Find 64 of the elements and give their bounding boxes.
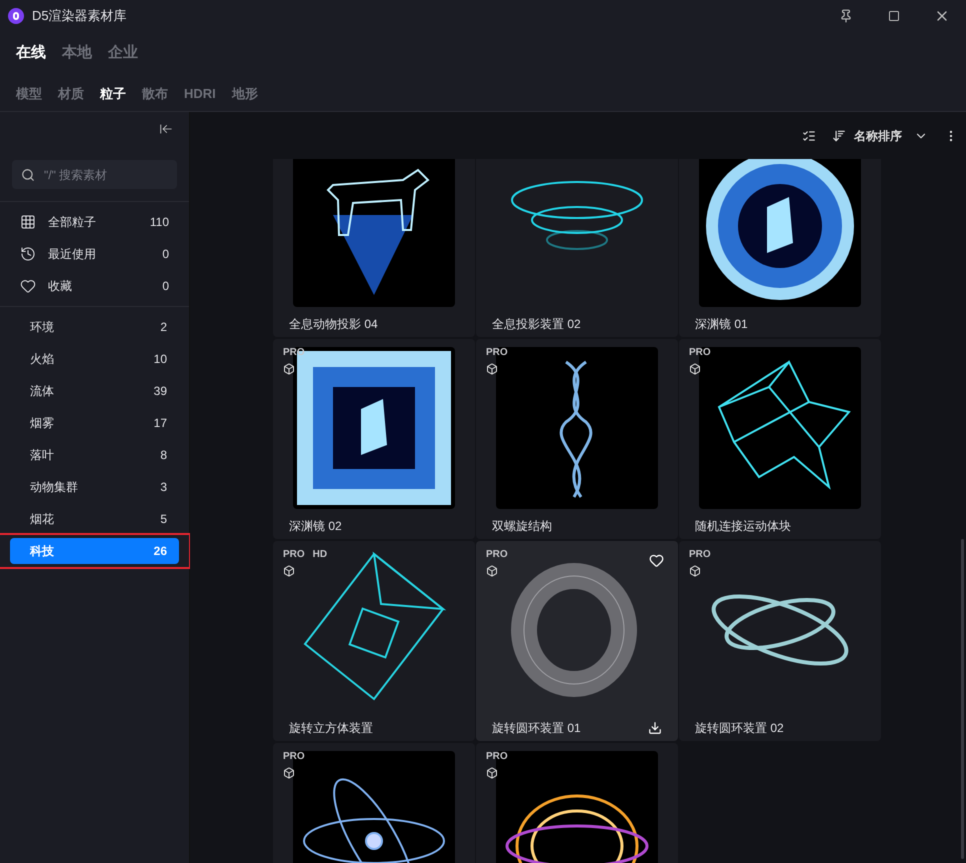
category-item[interactable]: 落叶 8 [10, 442, 179, 468]
multi-select-icon[interactable] [802, 128, 816, 142]
asset-card[interactable]: 深渊镜 01 [679, 159, 881, 337]
asset-title: 全息投影装置 02 [492, 316, 581, 333]
cube-icon [486, 363, 498, 375]
tier-label: PRO [486, 548, 508, 562]
cube-icon [486, 565, 498, 577]
asset-card[interactable]: PRO 旋转圆环装置 02 [679, 541, 881, 741]
search-icon [21, 168, 35, 182]
category-item[interactable]: 环境 2 [10, 314, 179, 340]
favorite-icon[interactable] [649, 553, 664, 568]
scrollbar-thumb[interactable] [961, 539, 964, 859]
tier-label: HD [312, 548, 328, 562]
source-tab[interactable]: 在线 [16, 41, 46, 65]
category-item[interactable]: 烟雾 17 [10, 410, 179, 436]
tier-label: PRO [486, 346, 508, 360]
pin-icon [839, 9, 853, 23]
cube-icon [283, 565, 295, 577]
download-icon[interactable] [648, 721, 662, 735]
category-item[interactable]: 动物集群 3 [10, 474, 179, 500]
heart-icon [20, 278, 36, 294]
sidebar-item[interactable]: 收藏 0 [0, 270, 189, 302]
grid-icon [20, 214, 36, 230]
collapse-sidebar-icon[interactable] [159, 122, 173, 136]
asset-title: 深渊镜 01 [695, 316, 748, 333]
tier-label: PRO [283, 548, 305, 562]
history-icon [20, 246, 36, 262]
category-item[interactable]: 烟花 5 [10, 506, 179, 532]
sidebar-item[interactable]: 全部粒子 110 [0, 206, 189, 238]
asset-title: 全息动物投影 04 [289, 316, 378, 333]
category-item[interactable]: 火焰 10 [10, 346, 179, 372]
asset-title: 旋转圆环装置 02 [695, 720, 784, 737]
asset-title: 随机连接运动体块 [695, 518, 791, 535]
asset-title: 双螺旋结构 [492, 518, 552, 535]
category-item[interactable]: 流体 39 [10, 378, 179, 404]
tier-label: PRO [283, 750, 305, 764]
search-field[interactable]: "/" 搜索素材 [12, 160, 177, 189]
sidebar-item[interactable]: 最近使用 0 [0, 238, 189, 270]
cube-icon [283, 767, 295, 779]
asset-card[interactable]: 全息投影装置 02 [476, 159, 678, 337]
asset-title: 旋转立方体装置 [289, 720, 373, 737]
cube-icon [689, 565, 701, 577]
app-logo-icon [8, 8, 24, 24]
tier-label: PRO [689, 548, 711, 562]
asset-title: 深渊镜 02 [289, 518, 342, 535]
asset-card[interactable]: PRO 旋转圆环装置 01 [476, 541, 678, 741]
asset-title: 旋转圆环装置 01 [492, 720, 581, 737]
category-tab[interactable]: 粒子 [100, 84, 126, 104]
tier-label: PRO [689, 346, 711, 360]
asset-card[interactable]: PRO [273, 743, 475, 863]
maximize-icon [888, 10, 900, 22]
cube-icon [689, 363, 701, 375]
asset-card[interactable]: 全息动物投影 04 [273, 159, 475, 337]
tier-label: PRO [486, 750, 508, 764]
sort-dropdown[interactable]: 名称排序 [832, 126, 928, 144]
asset-card[interactable]: PRO 随机连接运动体块 [679, 339, 881, 539]
asset-card[interactable]: PRO 双螺旋结构 [476, 339, 678, 539]
category-item[interactable]: 科技 26 [10, 538, 179, 564]
cube-icon [283, 363, 295, 375]
asset-card[interactable]: PRO [476, 743, 678, 863]
sort-icon [832, 128, 846, 142]
window-title: D5渲染器素材库 [32, 7, 127, 26]
cube-icon [486, 767, 498, 779]
asset-card[interactable]: PRO HD 旋转立方体装置 [273, 541, 475, 741]
